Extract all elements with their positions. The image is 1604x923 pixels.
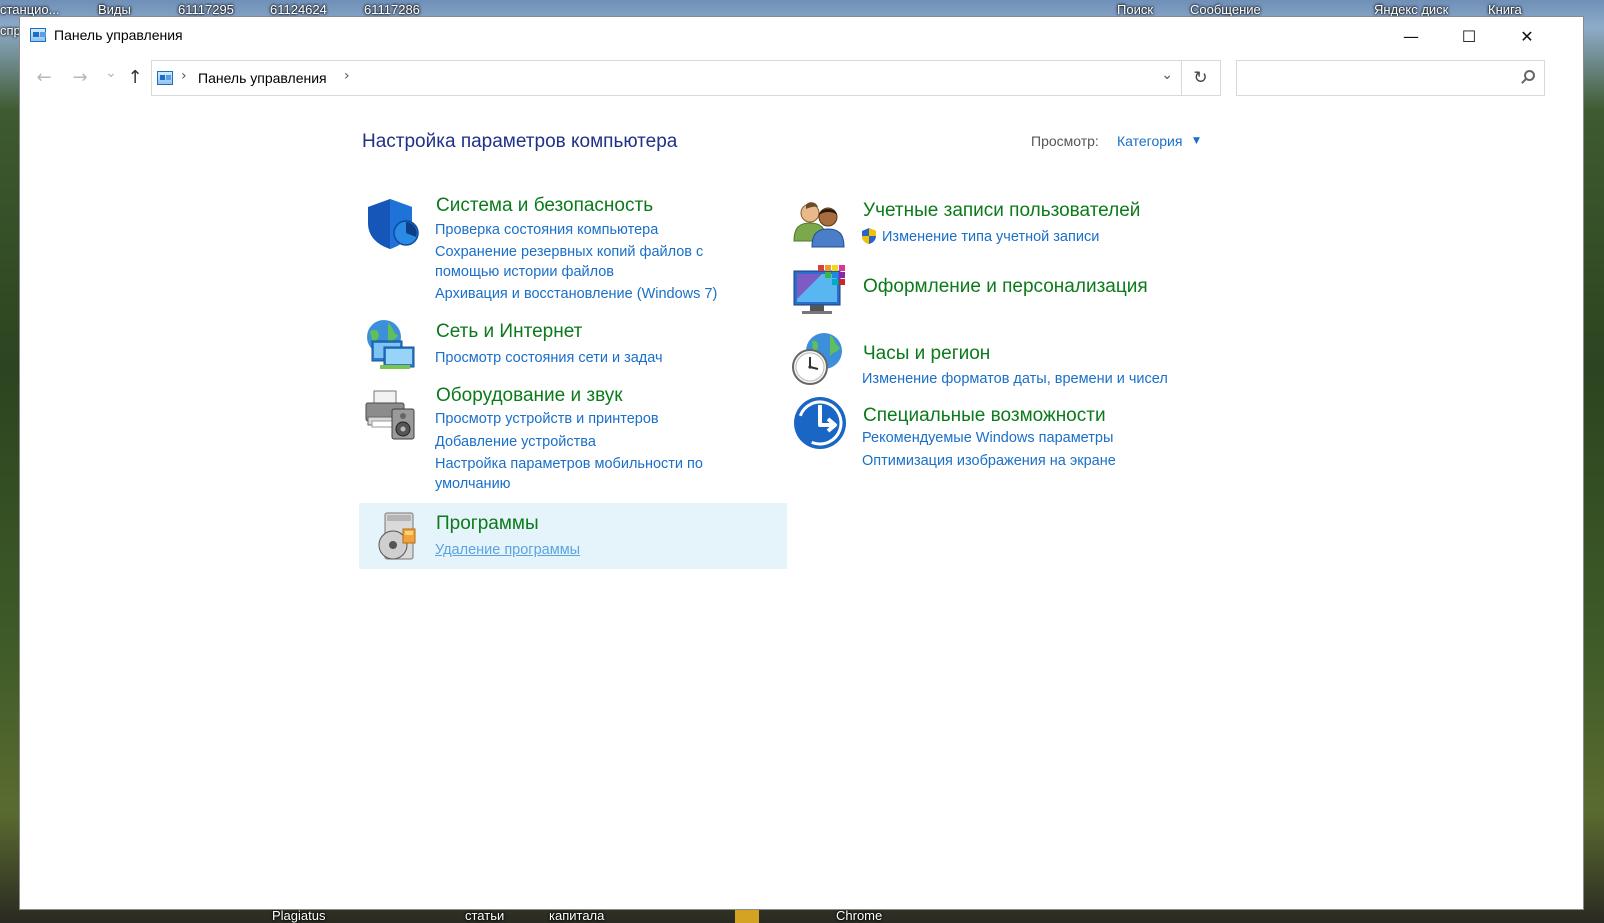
desktop-icon-label[interactable]: Книга: [1488, 2, 1522, 17]
category-system-security: Система и безопасность Проверка состояни…: [360, 187, 788, 307]
page-title: Настройка параметров компьютера: [362, 131, 678, 152]
category-programs[interactable]: Программы Удаление программы: [359, 503, 787, 569]
refresh-button[interactable]: ↻: [1181, 60, 1221, 96]
category-title[interactable]: Учетные записи пользователей: [863, 200, 1140, 222]
back-button[interactable]: ←: [32, 67, 56, 88]
address-bar[interactable]: › Панель управления › ⌄: [151, 60, 1182, 96]
maximize-button[interactable]: ☐: [1446, 17, 1492, 55]
link-recommended-settings[interactable]: Рекомендуемые Windows параметры: [862, 428, 1113, 448]
search-input[interactable]: [1243, 67, 1507, 91]
desktop-icon-label[interactable]: станцио...: [0, 2, 60, 17]
desktop-icon-label[interactable]: статьи: [465, 908, 504, 923]
close-button[interactable]: ✕: [1504, 17, 1550, 55]
link-date-time-formats[interactable]: Изменение форматов даты, времени и чисел: [862, 369, 1168, 389]
category-network-internet: Сеть и Интернет Просмотр состояния сети …: [360, 313, 788, 375]
search-box[interactable]: [1236, 60, 1545, 96]
desktop-icon-label[interactable]: Поиск: [1117, 2, 1153, 17]
link-uninstall-program[interactable]: Удаление программы: [435, 540, 580, 560]
category-title[interactable]: Оформление и персонализация: [863, 276, 1148, 298]
link-devices-printers[interactable]: Просмотр устройств и принтеров: [435, 409, 659, 429]
control-panel-window: Панель управления — ☐ ✕ ← → ⌄ ↑ › Панель…: [19, 16, 1584, 910]
category-title[interactable]: Оборудование и звук: [436, 385, 623, 407]
chevron-right-icon[interactable]: ›: [344, 68, 350, 84]
category-ease-of-access: Специальные возможности Рекомендуемые Wi…: [790, 393, 1250, 469]
link-mobility-settings[interactable]: Настройка параметров мобильности по умол…: [435, 454, 735, 494]
category-title[interactable]: Специальные возможности: [863, 405, 1106, 427]
link-add-device[interactable]: Добавление устройства: [435, 432, 596, 452]
window-title: Панель управления: [54, 27, 183, 43]
up-button[interactable]: ↑: [123, 67, 147, 88]
desktop-icon-label[interactable]: спр: [0, 23, 21, 38]
title-bar[interactable]: Панель управления — ☐ ✕: [20, 17, 1583, 55]
desktop-icon-label[interactable]: Виды: [98, 2, 131, 17]
view-by-label: Просмотр:: [1031, 133, 1099, 149]
desktop-icon-label[interactable]: Яндекс диск: [1374, 2, 1448, 17]
desktop-icon-label[interactable]: Сообщение: [1190, 2, 1261, 17]
accessibility-icon[interactable]: [792, 395, 848, 451]
category-title[interactable]: Программы: [436, 513, 539, 535]
chevron-right-icon[interactable]: ›: [181, 68, 187, 84]
category-title[interactable]: Сеть и Интернет: [436, 321, 582, 343]
minimize-button[interactable]: —: [1388, 17, 1434, 55]
users-icon[interactable]: [792, 195, 848, 251]
personalization-icon[interactable]: [792, 263, 848, 319]
category-hardware-sound: Оборудование и звук Просмотр устройств и…: [360, 377, 788, 497]
uac-shield-icon: [862, 228, 876, 244]
chevron-down-icon[interactable]: ⌄: [1161, 67, 1173, 83]
control-panel-icon: [157, 71, 173, 85]
link-check-status[interactable]: Проверка состояния компьютера: [435, 220, 658, 240]
programs-icon[interactable]: [367, 509, 423, 565]
category-user-accounts: Учетные записи пользователей Изменение т…: [790, 193, 1250, 255]
category-clock-region: Часы и регион Изменение форматов даты, в…: [790, 327, 1250, 389]
desktop-icon-label[interactable]: 61117286: [364, 2, 420, 17]
link-change-account-type[interactable]: Изменение типа учетной записи: [882, 227, 1099, 247]
printer-icon[interactable]: [362, 387, 418, 443]
caret-down-icon[interactable]: ▼: [1193, 136, 1200, 146]
maximize-icon: ☐: [1461, 26, 1477, 46]
category-title[interactable]: Часы и регион: [863, 343, 990, 365]
link-backup-restore[interactable]: Архивация и восстановление (Windows 7): [435, 284, 717, 304]
category-title[interactable]: Система и безопасность: [436, 195, 653, 217]
breadcrumb-control-panel[interactable]: Панель управления: [198, 70, 327, 86]
link-optimize-display[interactable]: Оптимизация изображения на экране: [862, 451, 1116, 471]
view-by-dropdown[interactable]: Категория: [1117, 133, 1182, 149]
link-network-status[interactable]: Просмотр состояния сети и задач: [435, 348, 663, 368]
refresh-icon: ↻: [1193, 68, 1208, 88]
desktop-icon-label[interactable]: 61117295: [178, 2, 234, 17]
control-panel-icon: [30, 28, 46, 42]
navigation-bar: ← → ⌄ ↑ › Панель управления › ⌄ ↻: [20, 55, 1583, 101]
desktop-icon-label[interactable]: капитала: [549, 908, 604, 923]
forward-button[interactable]: →: [68, 67, 92, 88]
clock-globe-icon[interactable]: [790, 331, 846, 387]
desktop-icon-label[interactable]: Plagiatus: [272, 908, 325, 923]
minimize-icon: —: [1403, 26, 1419, 46]
network-icon[interactable]: [362, 317, 418, 373]
desktop-icon-label[interactable]: Chrome: [836, 908, 882, 923]
link-file-history[interactable]: Сохранение резервных копий файлов с помо…: [435, 242, 735, 282]
search-icon[interactable]: [1524, 70, 1535, 81]
close-icon: ✕: [1520, 26, 1534, 46]
category-appearance: Оформление и персонализация: [790, 261, 1250, 323]
shield-icon[interactable]: [364, 195, 420, 251]
recent-locations-button[interactable]: ⌄: [99, 65, 123, 81]
desktop-icon-label[interactable]: 61124624: [270, 2, 327, 17]
